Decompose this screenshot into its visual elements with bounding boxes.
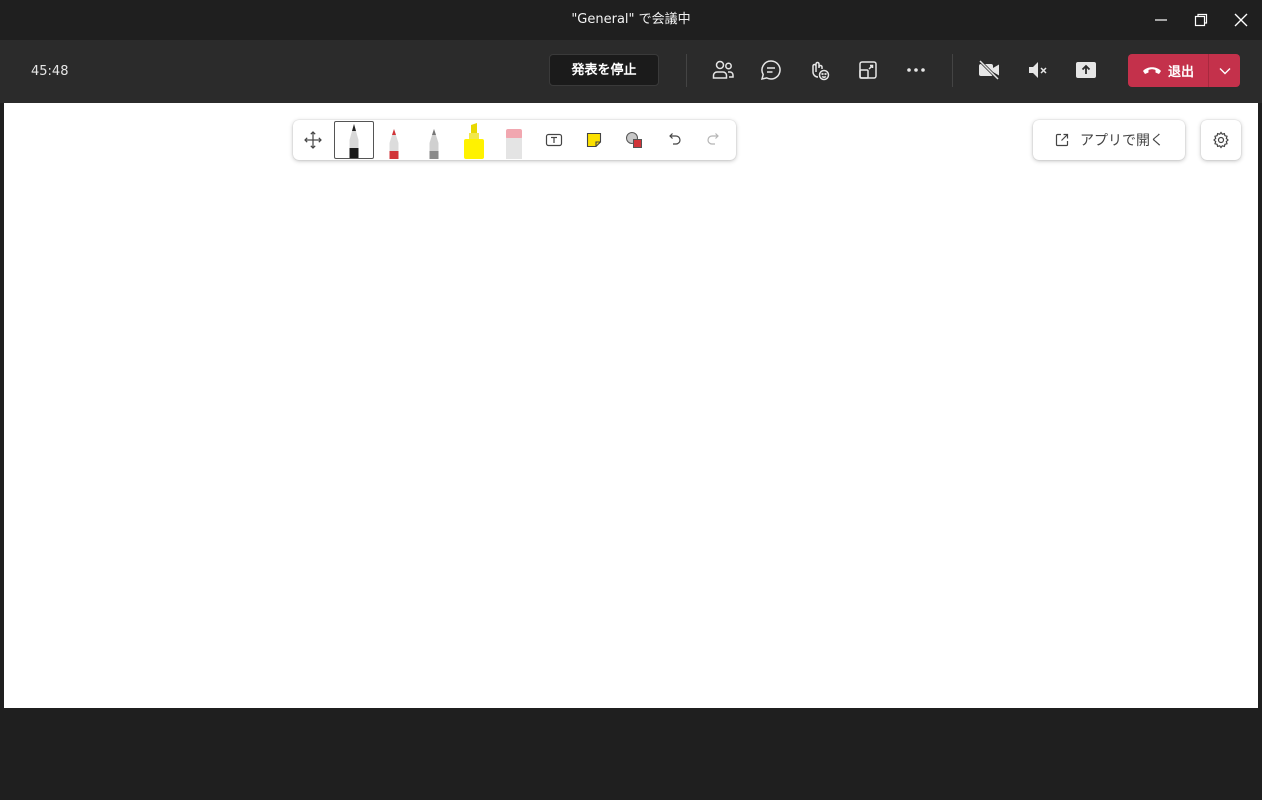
highlighter-tool[interactable]: [454, 120, 494, 160]
undo-button[interactable]: [654, 120, 694, 160]
chat-button[interactable]: [753, 52, 789, 88]
hangup-icon: [1142, 66, 1161, 74]
redo-icon: [707, 133, 719, 145]
whiteboard-settings-button[interactable]: [1201, 120, 1241, 160]
camera-toggle-button[interactable]: [971, 52, 1007, 88]
chat-icon: [760, 60, 781, 81]
open-in-app-label: アプリで開く: [1080, 133, 1164, 149]
reactions-button[interactable]: [801, 52, 837, 88]
leave-button[interactable]: 退出: [1128, 54, 1208, 87]
red-pen-icon: [389, 129, 399, 159]
whiteboard-toolbar: [293, 120, 736, 160]
divider: [686, 54, 687, 87]
shape-tool[interactable]: [614, 120, 654, 160]
yellow-highlighter-icon: [464, 123, 484, 159]
minimize-button[interactable]: [1141, 0, 1181, 40]
reactions-icon: [812, 61, 830, 81]
sticky-note-tool[interactable]: [574, 120, 614, 160]
redo-button[interactable]: [694, 120, 734, 160]
participants-icon: [712, 60, 734, 79]
share-icon: [1076, 62, 1096, 78]
chevron-down-icon: [1219, 67, 1230, 74]
restore-icon: [1194, 13, 1208, 27]
mute-button[interactable]: [1020, 52, 1056, 88]
bottom-bar: [0, 708, 1262, 800]
camera-off-icon: [978, 59, 1000, 81]
text-icon: [545, 133, 563, 147]
restore-button[interactable]: [1181, 0, 1221, 40]
meeting-bar: 45:48 発表を停止 退出: [0, 40, 1262, 103]
more-icon: [907, 68, 925, 72]
divider: [952, 54, 953, 87]
black-pen-icon: [349, 124, 359, 158]
pencil-tool[interactable]: [414, 120, 454, 160]
undo-icon: [669, 133, 681, 145]
open-external-icon: [1055, 133, 1069, 147]
minimize-icon: [1155, 19, 1167, 21]
share-content-button[interactable]: [1068, 52, 1104, 88]
mic-muted-icon: [1029, 62, 1047, 78]
meeting-timer: 45:48: [31, 64, 69, 79]
leave-label: 退出: [1167, 65, 1194, 80]
window-title: "General" で会議中: [571, 12, 691, 27]
gear-icon: [1213, 131, 1229, 149]
close-button[interactable]: [1221, 0, 1261, 40]
sticky-note-icon: [586, 132, 602, 148]
title-bar: "General" で会議中: [0, 0, 1262, 40]
move-icon: [304, 131, 322, 149]
eraser-tool[interactable]: [494, 120, 534, 160]
gray-pencil-icon: [429, 129, 439, 159]
breakout-rooms-button[interactable]: [850, 52, 886, 88]
leave-button-group: 退出: [1128, 54, 1240, 87]
whiteboard-canvas[interactable]: アプリで開く: [4, 103, 1258, 708]
rooms-icon: [859, 61, 877, 79]
close-icon: [1234, 13, 1248, 27]
shape-icon: [626, 132, 642, 148]
red-pen-tool[interactable]: [374, 120, 414, 160]
participants-button[interactable]: [705, 52, 741, 88]
black-pen-tool[interactable]: [334, 121, 374, 159]
more-actions-button[interactable]: [898, 52, 934, 88]
leave-options-button[interactable]: [1209, 54, 1240, 87]
move-tool[interactable]: [293, 120, 333, 160]
text-tool[interactable]: [534, 120, 574, 160]
stop-presenting-button[interactable]: 発表を停止: [549, 54, 659, 86]
open-in-app-button[interactable]: アプリで開く: [1033, 120, 1185, 160]
eraser-icon: [506, 129, 522, 159]
